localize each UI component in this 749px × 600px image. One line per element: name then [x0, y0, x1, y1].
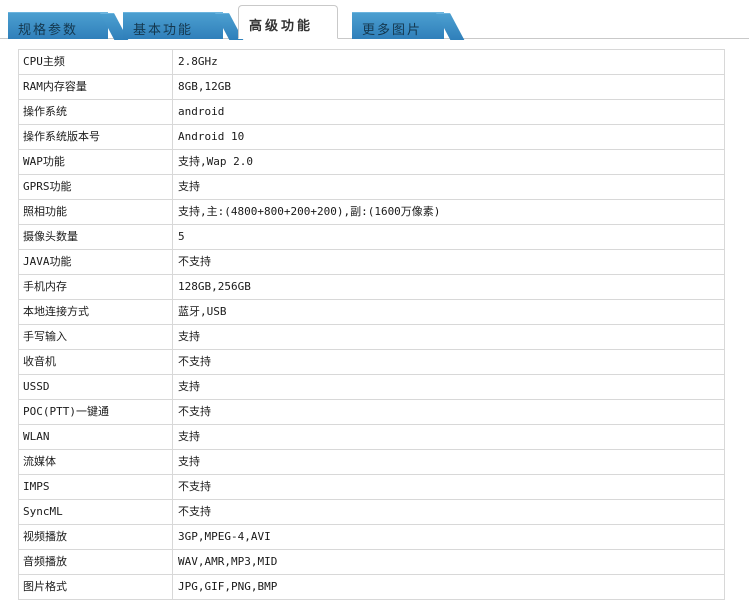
spec-name: SyncML [18, 499, 173, 525]
tab-advanced-features-label: 高级功能 [249, 19, 314, 34]
spec-value: JPG,GIF,PNG,BMP [172, 574, 725, 600]
spec-table-body: CPU主频 2.8GHz RAM内存容量 8GB,12GB 操作系统 android … [18, 49, 725, 600]
table-row: RAM内存容量 8GB,12GB [18, 74, 725, 100]
tab-advanced-features[interactable]: 高级功能 [238, 5, 338, 39]
tab-specs[interactable]: 规格参数 [8, 12, 129, 40]
tab-more-images-corner [436, 13, 465, 40]
spec-name: 音频播放 [18, 549, 173, 575]
spec-name: POC(PTT)一键通 [18, 399, 173, 425]
table-row: 流媒体 支持 [18, 449, 725, 475]
table-row: WAP功能 支持,Wap 2.0 [18, 149, 725, 175]
table-row: 手机内存 128GB,256GB [18, 274, 725, 300]
spec-value: 不支持 [172, 349, 725, 375]
table-row: SyncML 不支持 [18, 499, 725, 525]
spec-value: 不支持 [172, 399, 725, 425]
spec-name: 图片格式 [18, 574, 173, 600]
tab-basic-features[interactable]: 基本功能 [123, 12, 244, 40]
tab-specs-label: 规格参数 [18, 23, 79, 38]
tab-basic-features-label: 基本功能 [133, 23, 194, 38]
spec-value: 支持 [172, 174, 725, 200]
spec-name: 收音机 [18, 349, 173, 375]
spec-value: 支持 [172, 449, 725, 475]
spec-name: 照相功能 [18, 199, 173, 225]
spec-table: CPU主频 2.8GHz RAM内存容量 8GB,12GB 操作系统 android … [18, 49, 725, 600]
spec-name: WAP功能 [18, 149, 173, 175]
spec-name: JAVA功能 [18, 249, 173, 275]
table-row: 手写输入 支持 [18, 324, 725, 350]
spec-name: GPRS功能 [18, 174, 173, 200]
spec-value: 5 [172, 224, 725, 250]
spec-name: 操作系统版本号 [18, 124, 173, 150]
table-row: WLAN 支持 [18, 424, 725, 450]
table-row: JAVA功能 不支持 [18, 249, 725, 275]
spec-name: 视频播放 [18, 524, 173, 550]
spec-name: CPU主频 [18, 49, 173, 75]
spec-value: 支持,Wap 2.0 [172, 149, 725, 175]
spec-name: IMPS [18, 474, 173, 500]
table-row: GPRS功能 支持 [18, 174, 725, 200]
spec-name: 本地连接方式 [18, 299, 173, 325]
spec-name: 流媒体 [18, 449, 173, 475]
spec-value: 支持 [172, 374, 725, 400]
table-row: 收音机 不支持 [18, 349, 725, 375]
spec-value: 3GP,MPEG-4,AVI [172, 524, 725, 550]
spec-name: 手写输入 [18, 324, 173, 350]
spec-name: WLAN [18, 424, 173, 450]
spec-value: 8GB,12GB [172, 74, 725, 100]
spec-name: 摄像头数量 [18, 224, 173, 250]
table-row: IMPS 不支持 [18, 474, 725, 500]
table-row: CPU主频 2.8GHz [18, 49, 725, 75]
spec-name: USSD [18, 374, 173, 400]
spec-name: 手机内存 [18, 274, 173, 300]
table-row: 摄像头数量 5 [18, 224, 725, 250]
table-row: 操作系统版本号 Android 10 [18, 124, 725, 150]
table-row: POC(PTT)一键通 不支持 [18, 399, 725, 425]
table-row: 视频播放 3GP,MPEG-4,AVI [18, 524, 725, 550]
spec-value: 不支持 [172, 499, 725, 525]
spec-value: 蓝牙,USB [172, 299, 725, 325]
tab-more-images[interactable]: 更多图片 [352, 12, 465, 40]
spec-value: WAV,AMR,MP3,MID [172, 549, 725, 575]
spec-name: RAM内存容量 [18, 74, 173, 100]
spec-value: 不支持 [172, 474, 725, 500]
spec-value: android [172, 99, 725, 125]
tab-more-images-label: 更多图片 [362, 23, 423, 38]
table-row: 音频播放 WAV,AMR,MP3,MID [18, 549, 725, 575]
table-row: 图片格式 JPG,GIF,PNG,BMP [18, 574, 725, 600]
spec-name: 操作系统 [18, 99, 173, 125]
table-row: 照相功能 支持,主:(4800+800+200+200),副:(1600万像素) [18, 199, 725, 225]
spec-value: 128GB,256GB [172, 274, 725, 300]
spec-value: Android 10 [172, 124, 725, 150]
table-row: 本地连接方式 蓝牙,USB [18, 299, 725, 325]
spec-value: 不支持 [172, 249, 725, 275]
spec-value: 支持 [172, 324, 725, 350]
spec-value: 支持 [172, 424, 725, 450]
tab-bar: 规格参数 基本功能 高级功能 更多图片 [0, 0, 749, 40]
spec-value: 支持,主:(4800+800+200+200),副:(1600万像素) [172, 199, 725, 225]
spec-value: 2.8GHz [172, 49, 725, 75]
table-row: USSD 支持 [18, 374, 725, 400]
table-row: 操作系统 android [18, 99, 725, 125]
